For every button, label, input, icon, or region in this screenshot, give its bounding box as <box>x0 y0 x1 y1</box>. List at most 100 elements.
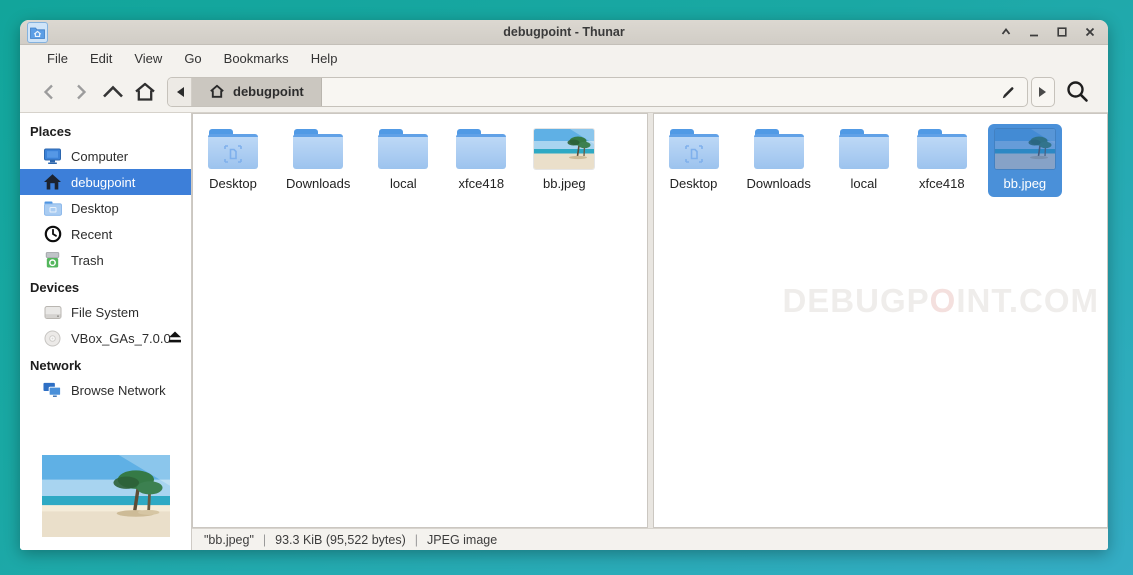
toolbar: debugpoint <box>20 71 1108 113</box>
search-icon[interactable] <box>1059 76 1095 108</box>
breadcrumb-label: debugpoint <box>233 84 304 99</box>
window-folder-home-icon <box>27 22 48 43</box>
sidebar-item-desktop[interactable]: Desktop <box>20 195 191 221</box>
path-expand-icon[interactable] <box>1031 77 1055 107</box>
sidebar-item-label: File System <box>71 305 139 320</box>
status-separator: | <box>415 533 418 547</box>
computer-icon <box>43 147 62 165</box>
window-title: debugpoint - Thunar <box>20 25 1108 39</box>
maximize-icon[interactable] <box>1055 26 1068 39</box>
folder-desktop-icon <box>208 129 258 169</box>
file-label: Downloads <box>286 176 350 191</box>
file-label: Downloads <box>747 176 811 191</box>
sidebar-item-recent[interactable]: Recent <box>20 221 191 247</box>
file-item-local[interactable]: local <box>371 124 435 197</box>
folder-icon <box>456 129 506 169</box>
file-item-desktop[interactable]: Desktop <box>201 124 265 197</box>
breadcrumb-home-icon <box>209 84 225 99</box>
path-bar: debugpoint <box>167 77 1028 107</box>
menu-file[interactable]: File <box>36 48 79 69</box>
file-label: xfce418 <box>459 176 505 191</box>
file-label: Desktop <box>209 176 257 191</box>
close-icon[interactable] <box>1083 26 1096 39</box>
up-icon[interactable] <box>97 77 129 107</box>
sidebar: Places Computer <box>20 113 192 550</box>
folder-icon <box>839 129 889 169</box>
image-preview-pane <box>20 447 191 550</box>
sidebar-section-network: Network <box>20 351 191 377</box>
menu-edit[interactable]: Edit <box>79 48 123 69</box>
file-item-bb-jpeg[interactable]: bb.jpeg <box>527 124 601 197</box>
folder-icon <box>293 129 343 169</box>
eject-icon[interactable] <box>168 331 182 344</box>
sidebar-item-file-system[interactable]: File System <box>20 299 191 325</box>
folder-icon <box>754 129 804 169</box>
clock-icon <box>43 225 62 243</box>
file-label: bb.jpeg <box>543 176 586 191</box>
breadcrumb-debugpoint[interactable]: debugpoint <box>192 78 322 106</box>
status-filetype: JPEG image <box>427 533 497 547</box>
sidebar-item-label: debugpoint <box>71 175 135 190</box>
sidebar-item-trash[interactable]: Trash <box>20 247 191 273</box>
sidebar-section-devices: Devices <box>20 273 191 299</box>
sidebar-item-vbox[interactable]: VBox_GAs_7.0.0 <box>20 325 191 351</box>
image-thumbnail <box>534 129 594 169</box>
sidebar-item-label: Browse Network <box>71 383 166 398</box>
file-item-bb-jpeg-selected[interactable]: bb.jpeg <box>988 124 1062 197</box>
file-item-downloads[interactable]: Downloads <box>740 124 818 197</box>
folder-icon <box>917 129 967 169</box>
split-panes: Desktop Downloads local xfce418 <box>192 113 1108 528</box>
forward-icon[interactable] <box>65 77 97 107</box>
menubar: File Edit View Go Bookmarks Help <box>20 45 1108 71</box>
file-label: Desktop <box>670 176 718 191</box>
file-item-xfce418[interactable]: xfce418 <box>449 124 513 197</box>
minimize-icon[interactable] <box>1027 26 1040 39</box>
status-separator: | <box>263 533 266 547</box>
file-item-xfce418[interactable]: xfce418 <box>910 124 974 197</box>
titlebar[interactable]: debugpoint - Thunar <box>20 20 1108 45</box>
sidebar-item-label: Computer <box>71 149 128 164</box>
left-pane[interactable]: Desktop Downloads local xfce418 <box>192 113 648 528</box>
main-column: Desktop Downloads local xfce418 <box>192 113 1108 550</box>
path-scroll-left-icon[interactable] <box>168 78 192 106</box>
file-item-desktop[interactable]: Desktop <box>662 124 726 197</box>
content-area: Places Computer <box>20 113 1108 550</box>
selection-tint-overlay <box>995 129 1055 169</box>
sidebar-item-label: Trash <box>71 253 104 268</box>
status-filename: "bb.jpeg" <box>204 533 254 547</box>
back-icon[interactable] <box>33 77 65 107</box>
window-controls <box>999 20 1096 44</box>
menu-go[interactable]: Go <box>173 48 212 69</box>
file-item-local[interactable]: local <box>832 124 896 197</box>
menu-help[interactable]: Help <box>300 48 349 69</box>
shade-icon[interactable] <box>999 26 1012 39</box>
file-label: xfce418 <box>919 176 965 191</box>
home-icon <box>43 173 62 191</box>
menu-bookmarks[interactable]: Bookmarks <box>213 48 300 69</box>
statusbar: "bb.jpeg" | 93.3 KiB (95,522 bytes) | JP… <box>192 528 1108 550</box>
sidebar-item-label: VBox_GAs_7.0.0 <box>71 331 171 346</box>
debugpoint-watermark: DEBUGPOINT.COM <box>782 282 1099 320</box>
network-icon <box>43 381 62 399</box>
path-input-area[interactable] <box>322 78 989 106</box>
right-pane[interactable]: Desktop Downloads local xfce418 <box>653 113 1109 528</box>
home-icon[interactable] <box>129 77 161 107</box>
thunar-window: debugpoint - Thunar File Edit View Go Bo… <box>20 20 1108 550</box>
menu-view[interactable]: View <box>123 48 173 69</box>
folder-icon <box>378 129 428 169</box>
file-label: local <box>390 176 417 191</box>
sidebar-item-label: Desktop <box>71 201 119 216</box>
sidebar-item-browse-network[interactable]: Browse Network <box>20 377 191 403</box>
sidebar-item-label: Recent <box>71 227 112 242</box>
sidebar-item-debugpoint[interactable]: debugpoint <box>20 169 191 195</box>
sidebar-section-places: Places <box>20 117 191 143</box>
trash-icon <box>43 251 62 269</box>
status-filesize: 93.3 KiB (95,522 bytes) <box>275 533 406 547</box>
edit-path-icon[interactable] <box>989 78 1027 106</box>
file-label: bb.jpeg <box>1004 176 1047 191</box>
file-item-downloads[interactable]: Downloads <box>279 124 357 197</box>
folder-icon <box>43 199 62 217</box>
sidebar-item-computer[interactable]: Computer <box>20 143 191 169</box>
image-thumbnail <box>995 129 1055 169</box>
file-label: local <box>850 176 877 191</box>
